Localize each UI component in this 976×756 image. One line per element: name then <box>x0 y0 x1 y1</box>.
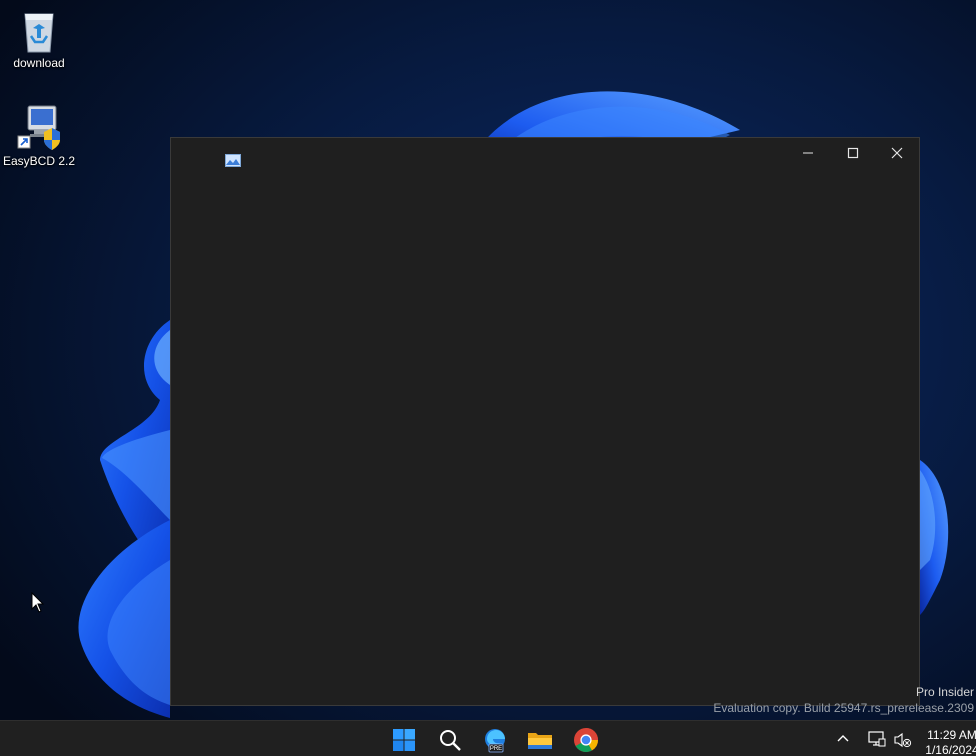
file-explorer-button[interactable] <box>522 725 558 755</box>
start-button[interactable] <box>386 725 422 755</box>
maximize-button[interactable] <box>830 138 875 168</box>
clock-time: 11:29 AM <box>927 728 976 742</box>
evaluation-watermark: Pro Insider Evaluation copy. Build 25947… <box>713 684 974 716</box>
watermark-build: Evaluation copy. Build 25947.rs_prerelea… <box>713 701 974 715</box>
watermark-edition: Pro Insider <box>915 685 974 699</box>
search-button[interactable] <box>432 725 468 755</box>
app-window[interactable] <box>170 137 920 706</box>
edge-beta-icon: PRE <box>485 729 505 753</box>
taskbar-clock[interactable]: 11:29 AM 1/16/2024 <box>922 728 976 756</box>
clock-date: 1/16/2024 <box>925 743 976 756</box>
mouse-pointer-icon <box>31 592 45 613</box>
chevron-up-icon[interactable] <box>836 733 850 743</box>
minimize-icon <box>802 152 813 154</box>
easybcd-icon <box>17 105 60 150</box>
close-button[interactable] <box>874 138 919 168</box>
close-icon <box>891 147 902 159</box>
minimize-button[interactable] <box>785 138 830 168</box>
desktop-icon-download[interactable]: download <box>1 8 77 70</box>
window-content-area <box>171 168 919 705</box>
edge-button[interactable]: PRE <box>477 725 513 755</box>
desktop: download EasyBCD 2.2 Pro Insider Evaluat… <box>0 0 976 756</box>
image-viewer-icon <box>225 154 241 167</box>
chrome-button[interactable] <box>568 725 604 755</box>
taskbar: PRE 11:29 AM 1/16/2024 <box>0 720 976 756</box>
recycle-bin-icon <box>24 13 54 53</box>
network-icon[interactable] <box>868 731 886 747</box>
window-titlebar[interactable] <box>171 138 919 168</box>
desktop-icon-label: EasyBCD 2.2 <box>2 154 76 168</box>
maximize-icon <box>847 147 858 159</box>
volume-muted-icon[interactable] <box>894 732 912 748</box>
search-icon <box>440 730 461 751</box>
windows-logo-icon <box>393 729 415 751</box>
chrome-icon <box>574 728 598 753</box>
desktop-icon-easybcd[interactable]: EasyBCD 2.2 <box>1 104 77 168</box>
folder-icon <box>528 733 552 749</box>
desktop-icon-label: download <box>13 56 65 70</box>
edge-badge: PRE <box>490 746 502 752</box>
